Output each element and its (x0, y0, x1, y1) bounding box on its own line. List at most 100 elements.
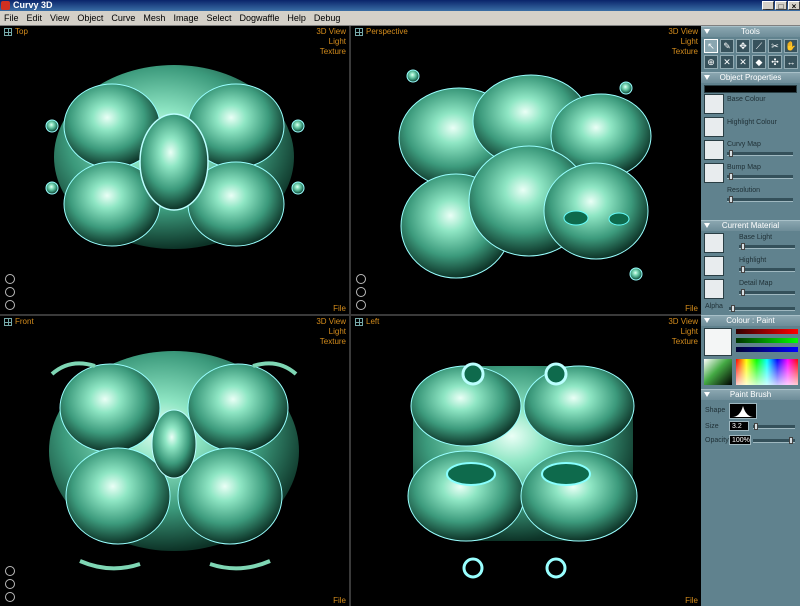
knife-tool-icon[interactable]: ✂ (768, 39, 782, 53)
view-mode-option[interactable]: 3D View (316, 317, 346, 327)
light-option[interactable]: Light (668, 327, 698, 337)
pin-icon[interactable] (355, 317, 363, 326)
slider-knob[interactable] (741, 243, 745, 250)
viewport-perspective[interactable]: Perspective 3D View Light Texture File (351, 26, 701, 314)
alpha-slider[interactable] (729, 305, 795, 312)
cut-tool-icon[interactable]: ✕ (736, 55, 750, 69)
close-button[interactable]: × (788, 1, 800, 11)
light-option[interactable]: Light (316, 37, 346, 47)
menu-view[interactable]: View (46, 11, 73, 25)
opacity-value[interactable]: 100% (729, 435, 751, 445)
pan-icon[interactable] (5, 579, 15, 589)
delete-tool-icon[interactable]: ✕ (720, 55, 734, 69)
base-light-slider[interactable] (739, 243, 795, 250)
texture-option[interactable]: Texture (316, 47, 346, 57)
base-light-swatch[interactable] (704, 233, 724, 253)
slider-knob[interactable] (729, 173, 733, 180)
object-name-field[interactable] (704, 85, 797, 93)
slider-knob[interactable] (754, 423, 758, 430)
view-mode-option[interactable]: 3D View (316, 27, 346, 37)
minimize-button[interactable]: _ (762, 1, 774, 11)
slider-knob[interactable] (741, 289, 745, 296)
zoom-icon[interactable] (356, 300, 366, 310)
light-option[interactable]: Light (316, 327, 346, 337)
highlight-colour-swatch[interactable] (704, 117, 724, 137)
zoom-icon[interactable] (5, 592, 15, 602)
colour-header[interactable]: Colour : Paint (701, 315, 800, 326)
menu-object[interactable]: Object (73, 11, 107, 25)
value-picker[interactable] (704, 359, 732, 385)
select-tool-icon[interactable]: ↖ (704, 39, 718, 53)
collapse-icon[interactable] (704, 75, 710, 80)
maximize-button[interactable]: □ (775, 1, 787, 11)
brush-tool-icon[interactable]: ⟋ (752, 39, 766, 53)
size-slider[interactable] (753, 423, 795, 430)
viewport-top[interactable]: Top 3D View Light Texture File (0, 26, 349, 314)
green-channel-slider[interactable] (736, 338, 798, 343)
texture-option[interactable]: Texture (316, 337, 346, 347)
pin-icon[interactable] (4, 317, 12, 326)
slider-knob[interactable] (789, 437, 793, 444)
move-tool-icon[interactable]: ✥ (736, 39, 750, 53)
detail-map-swatch[interactable] (704, 279, 724, 299)
size-value[interactable]: 3.2 (729, 421, 749, 431)
current-material-header[interactable]: Current Material (701, 220, 800, 231)
file-option[interactable]: File (333, 596, 346, 605)
paint-tool-icon[interactable]: ✎ (720, 39, 734, 53)
collapse-icon[interactable] (704, 223, 710, 228)
pin-icon[interactable] (355, 27, 363, 36)
texture-option[interactable]: Texture (668, 337, 698, 347)
slider-knob[interactable] (741, 266, 745, 273)
pan-icon[interactable] (5, 287, 15, 297)
file-option[interactable]: File (333, 304, 346, 313)
menu-help[interactable]: Help (283, 11, 310, 25)
viewport-splitter-vertical[interactable] (349, 26, 351, 606)
rotate-icon[interactable] (5, 566, 15, 576)
viewport-front[interactable]: Front 3D View Light Texture File (0, 316, 349, 606)
menu-curve[interactable]: Curve (107, 11, 139, 25)
highlight-swatch[interactable] (704, 256, 724, 276)
collapse-icon[interactable] (704, 29, 710, 34)
bump-map-swatch[interactable] (704, 163, 724, 183)
resolution-slider[interactable] (727, 196, 793, 203)
menu-edit[interactable]: Edit (23, 11, 47, 25)
bump-map-slider[interactable] (727, 173, 793, 180)
base-colour-swatch[interactable] (704, 94, 724, 114)
spin-tool-icon[interactable]: ✣ (768, 55, 782, 69)
viewport-splitter-horizontal[interactable] (0, 314, 701, 316)
menu-debug[interactable]: Debug (310, 11, 345, 25)
viewport-left[interactable]: Left 3D View Light Texture File (351, 316, 701, 606)
light-option[interactable]: Light (668, 37, 698, 47)
rotate-tool-icon[interactable]: ⊕ (704, 55, 718, 69)
highlight-slider[interactable] (739, 266, 795, 273)
slider-knob[interactable] (731, 305, 735, 312)
colour-spectrum-picker[interactable] (736, 359, 798, 385)
menu-dogwaffle[interactable]: Dogwaffle (235, 11, 283, 25)
slider-knob[interactable] (729, 150, 733, 157)
paint-brush-header[interactable]: Paint Brush (701, 389, 800, 400)
texture-option[interactable]: Texture (668, 47, 698, 57)
view-mode-option[interactable]: 3D View (668, 317, 698, 327)
pan-icon[interactable] (356, 287, 366, 297)
curvy-map-slider[interactable] (727, 150, 793, 157)
view-mode-option[interactable]: 3D View (668, 27, 698, 37)
tools-header[interactable]: Tools (701, 26, 800, 37)
menu-select[interactable]: Select (202, 11, 235, 25)
collapse-icon[interactable] (704, 318, 710, 323)
menu-image[interactable]: Image (169, 11, 202, 25)
hand-tool-icon[interactable]: ✋ (784, 39, 798, 53)
slider-knob[interactable] (729, 196, 733, 203)
rotate-icon[interactable] (5, 274, 15, 284)
collapse-icon[interactable] (704, 392, 710, 397)
scale-tool-icon[interactable]: ◆ (752, 55, 766, 69)
menu-file[interactable]: File (0, 11, 23, 25)
file-option[interactable]: File (685, 596, 698, 605)
current-colour-swatch[interactable] (704, 328, 732, 356)
object-properties-header[interactable]: Object Properties (701, 72, 800, 83)
blue-channel-slider[interactable] (736, 347, 798, 352)
red-channel-slider[interactable] (736, 329, 798, 334)
file-option[interactable]: File (685, 304, 698, 313)
curvy-map-swatch[interactable] (704, 140, 724, 160)
rotate-icon[interactable] (356, 274, 366, 284)
detail-map-slider[interactable] (739, 289, 795, 296)
